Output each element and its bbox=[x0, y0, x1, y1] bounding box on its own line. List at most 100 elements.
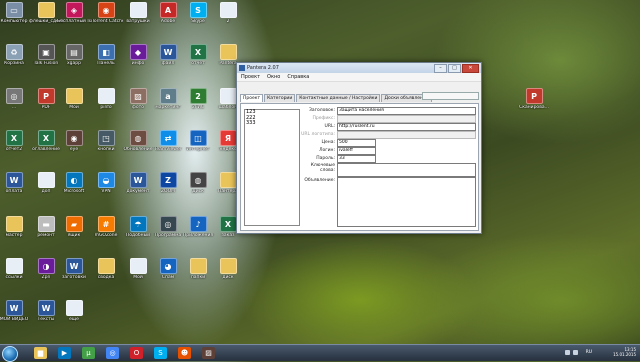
pantera-icon[interactable]: ☻ bbox=[178, 347, 191, 359]
desktop-icon[interactable]: 2 bbox=[218, 2, 238, 24]
desktop-icon[interactable]: ссылки bbox=[4, 258, 24, 280]
desktop-icon[interactable]: Xотчёт bbox=[188, 44, 208, 66]
desktop-icon[interactable]: ◉ uTorrent Catcher bbox=[89, 2, 123, 24]
desktop-icon[interactable]: ◒ VPN bbox=[96, 172, 116, 194]
form-field[interactable] bbox=[337, 131, 476, 139]
desktop-icon[interactable]: ◍ Обновление bbox=[124, 130, 152, 152]
desktop-icon[interactable]: ♻ Корзина bbox=[4, 44, 24, 66]
image-icon[interactable]: ▨ bbox=[202, 347, 215, 359]
desktop-icon[interactable]: ♪ Приложения bbox=[183, 216, 213, 238]
desktop-icon[interactable]: ▭ Компьютер bbox=[1, 2, 27, 24]
desktop-icon[interactable]: P Сканирова... bbox=[519, 88, 549, 110]
desktop-icon[interactable]: ◎... bbox=[4, 88, 24, 110]
image-icon: ▨ bbox=[129, 88, 147, 105]
desktop-icon-label: папки bbox=[190, 275, 206, 280]
desktop-icon[interactable]: ◑ Zpn bbox=[36, 258, 56, 280]
tab-categories[interactable]: Категории bbox=[264, 94, 296, 102]
desktop-icon[interactable]: диск bbox=[218, 258, 238, 280]
desktop-icon[interactable]: шаблон bbox=[218, 88, 238, 110]
desktop-icon[interactable]: Wоплата bbox=[4, 172, 24, 194]
desktop-icon[interactable]: W Тексты bbox=[36, 300, 56, 322]
desktop-icon[interactable]: Xзаказ bbox=[218, 216, 238, 238]
media-icon[interactable]: ▶ bbox=[58, 347, 71, 359]
desktop-icon[interactable]: ▬ ремонт bbox=[36, 216, 56, 238]
list-item[interactable]: 333 bbox=[245, 120, 299, 127]
form-field[interactable] bbox=[337, 163, 476, 177]
form-label: Префикс: bbox=[312, 116, 336, 121]
desktop-icon[interactable]: ◆ инфо bbox=[128, 44, 148, 66]
skype-icon[interactable]: S bbox=[154, 347, 167, 359]
form-field[interactable]: Защита населения bbox=[337, 107, 476, 115]
utorrent-icon[interactable]: µ bbox=[82, 347, 95, 359]
clock[interactable]: 13:15 15.01.2015 bbox=[613, 347, 636, 357]
desktop-icon[interactable]: папки bbox=[188, 258, 208, 280]
form-field[interactable]: 500 bbox=[337, 139, 376, 147]
desktop-icon[interactable]: W МОИ ВИДЕО bbox=[0, 300, 28, 322]
chrome-icon[interactable]: ◎ bbox=[106, 347, 119, 359]
minimize-button[interactable]: – bbox=[434, 64, 447, 73]
desktop-icon[interactable]: ▰ ящик bbox=[64, 216, 84, 238]
form-field[interactable]: ivaleff bbox=[337, 147, 376, 155]
desktop-icon[interactable]: ☂ Подобный bbox=[126, 216, 150, 238]
form-field[interactable] bbox=[337, 115, 476, 123]
maximize-button[interactable]: □ bbox=[448, 64, 461, 73]
volume-icon[interactable] bbox=[565, 350, 570, 355]
menu-help[interactable]: Справка bbox=[287, 74, 309, 80]
desktop-icon[interactable]: сводка bbox=[96, 258, 116, 280]
desktop-icon[interactable]: Пантера bbox=[218, 172, 238, 194]
desktop-icon[interactable]: Мои bbox=[64, 88, 84, 110]
desktop-icon[interactable]: ◫ Интернет bbox=[187, 130, 209, 152]
window-titlebar[interactable]: Pantera 2.07 – □ ✕ bbox=[237, 63, 481, 73]
desktop-icon-label: ZOOM bbox=[160, 189, 176, 194]
form-field[interactable]: 33 bbox=[337, 155, 376, 163]
desktop-icon[interactable]: мастер bbox=[4, 216, 24, 238]
desktop-icon[interactable]: Wфайл bbox=[158, 44, 178, 66]
desktop-icon[interactable]: флешки_сделанные bbox=[29, 2, 63, 24]
project-list[interactable]: 123 222 333 bbox=[244, 109, 300, 226]
desktop-icon[interactable]: ▤ xgapp bbox=[64, 44, 84, 66]
desktop-icon[interactable]: Xоглавление bbox=[32, 130, 60, 152]
desktop-icon[interactable]: ещё bbox=[64, 300, 84, 322]
desktop-icon[interactable]: ◧ Панель bbox=[96, 44, 116, 66]
desktop-icon[interactable]: S Skype bbox=[188, 2, 208, 24]
tab-project[interactable]: Проект bbox=[240, 94, 264, 102]
desktop-icon[interactable]: Я Яндекс bbox=[218, 130, 238, 152]
language-indicator[interactable]: RU bbox=[586, 350, 592, 355]
desktop-icon[interactable]: ◈Бесплатный Поиск bbox=[57, 2, 91, 24]
desktop-icon[interactable]: ◕ Спам bbox=[158, 258, 178, 280]
network-icon[interactable] bbox=[573, 350, 578, 355]
desktop-icon[interactable]: ◎ Программа bbox=[155, 216, 181, 238]
document-icon bbox=[129, 2, 147, 19]
form-field[interactable] bbox=[337, 177, 476, 227]
tab-contacts-settings[interactable]: Контактные данные / Настройки bbox=[296, 94, 381, 102]
desktop-icon[interactable]: Pantera bbox=[218, 44, 238, 66]
form-field[interactable]: http://ruslent.ru bbox=[337, 123, 476, 131]
desktop-icon[interactable]: pinfo bbox=[96, 88, 116, 110]
desktop-icon[interactable]: ◳ кнопки bbox=[96, 130, 116, 152]
desktop-icon[interactable]: a маркетинг bbox=[155, 88, 181, 110]
desktop-icon[interactable]: Wдокумент bbox=[127, 172, 149, 194]
opera-icon[interactable]: O bbox=[130, 347, 143, 359]
desktop-icon[interactable]: # mGOZone bbox=[95, 216, 117, 238]
desktop-icon[interactable]: ⇄ TeamViewer bbox=[154, 130, 182, 152]
desktop-icon[interactable]: Z ZOOM bbox=[158, 172, 178, 194]
desktop-icon[interactable]: ▣ Talk Fusion bbox=[34, 44, 58, 66]
desktop-icon[interactable]: ▨ фото bbox=[128, 88, 148, 110]
desktop-icon[interactable]: 2 2ГИС bbox=[188, 88, 208, 110]
close-button[interactable]: ✕ bbox=[462, 64, 479, 73]
desktop-icon[interactable]: A Adobe bbox=[158, 2, 178, 24]
desktop-icon[interactable]: доп bbox=[36, 172, 56, 194]
menu-window[interactable]: Окно bbox=[267, 74, 280, 80]
folder-icon[interactable]: ▆ bbox=[34, 347, 47, 359]
menu-project[interactable]: Проект bbox=[241, 74, 260, 80]
desktop-icon[interactable]: ◉ eye bbox=[64, 130, 84, 152]
desktop-icon[interactable]: ватрушки bbox=[126, 2, 150, 24]
word-icon: W bbox=[129, 172, 147, 189]
desktop-icon[interactable]: ◐ Microsoft bbox=[64, 172, 84, 194]
desktop-icon[interactable]: ◍ Диск bbox=[188, 172, 208, 194]
desktop-icon[interactable]: Wзаготовки bbox=[62, 258, 86, 280]
desktop-icon[interactable]: P PDF bbox=[36, 88, 56, 110]
desktop-icon[interactable]: Мой bbox=[128, 258, 148, 280]
pdf-icon: P bbox=[525, 88, 543, 105]
desktop-icon[interactable]: Xотчёт2 bbox=[4, 130, 24, 152]
